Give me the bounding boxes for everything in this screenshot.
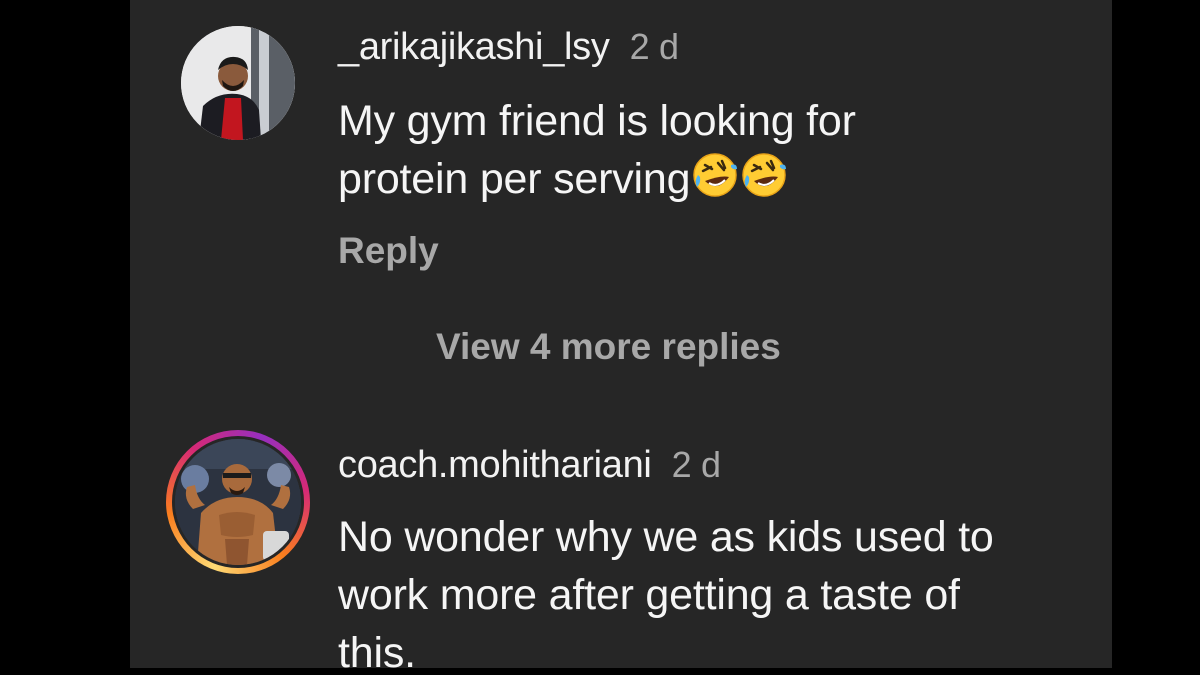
screen: _arikajikashi_lsy 2 d My gym friend is lo…: [0, 0, 1200, 675]
username-text[interactable]: coach.mohithariani: [338, 444, 652, 486]
comment-line: No wonder why we as kids used to: [338, 513, 994, 561]
comment-line: work more after getting a taste of: [338, 571, 960, 619]
avatar[interactable]: [175, 439, 301, 565]
comment-line: protein per serving: [338, 155, 691, 203]
comment-timestamp: 2 d: [671, 444, 721, 485]
story-ring[interactable]: [166, 430, 310, 574]
comment-line-with-emoji: protein per serving: [338, 150, 856, 208]
comment-timestamp: 2 d: [629, 26, 679, 67]
comment-text: My gym friend is looking for protein per…: [338, 92, 856, 208]
avatar[interactable]: [181, 26, 295, 140]
username-text[interactable]: _arikajikashi_lsy: [338, 26, 610, 68]
rolling-on-floor-laughing-emoji-icon: [693, 153, 738, 197]
comment-line: this.: [338, 629, 416, 668]
comments-panel: _arikajikashi_lsy 2 d My gym friend is lo…: [130, 0, 1112, 668]
comment-username[interactable]: coach.mohithariani 2 d: [338, 444, 721, 487]
view-more-replies-button[interactable]: View 4 more replies: [436, 326, 781, 368]
avatar-photo-bodybuilder: [175, 439, 301, 565]
rolling-on-floor-laughing-emoji-icon: [742, 153, 787, 197]
reply-button[interactable]: Reply: [338, 230, 439, 272]
avatar-photo-man-red-shirt: [181, 26, 295, 140]
comment-line: My gym friend is looking for: [338, 97, 856, 145]
comment-text: No wonder why we as kids used to work mo…: [338, 508, 994, 668]
comment-username[interactable]: _arikajikashi_lsy 2 d: [338, 26, 679, 69]
